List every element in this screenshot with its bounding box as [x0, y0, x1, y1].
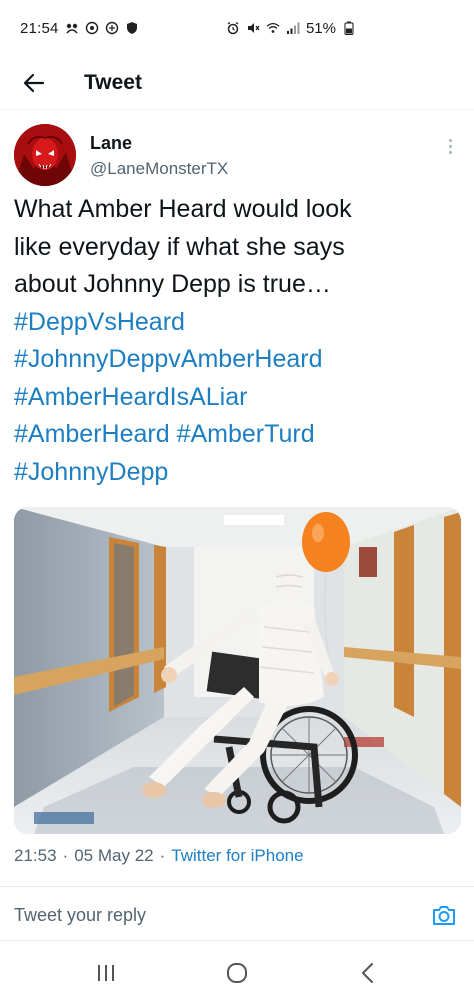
author-handle[interactable]: @LaneMonsterTX — [90, 158, 228, 180]
recent-apps-button[interactable] — [76, 953, 136, 993]
notification-icon — [65, 21, 79, 35]
tweet-author: Lane @LaneMonsterTX — [14, 124, 460, 188]
more-options-button[interactable] — [440, 132, 460, 160]
battery-percent: 51% — [305, 19, 336, 37]
status-time: 21:54 — [20, 19, 59, 37]
wifi-icon — [266, 21, 280, 35]
divider — [0, 886, 474, 887]
author-display-name[interactable]: Lane — [90, 132, 228, 154]
sync-icon — [85, 21, 99, 35]
tweet-text-line: What Amber Heard would look — [14, 195, 352, 223]
hashtag-link[interactable]: #AmberHeard — [14, 420, 170, 448]
status-bar: 21:54 51% — [0, 0, 474, 56]
system-back-button[interactable] — [338, 953, 398, 993]
more-dot-icon — [448, 144, 452, 148]
camera-status-icon — [105, 21, 119, 35]
hashtag-link[interactable]: #AmberHeardIsALiar — [14, 383, 247, 411]
alarm-icon — [226, 21, 240, 35]
system-nav-bar — [0, 946, 474, 1000]
meta-separator: · — [159, 846, 166, 865]
reply-input[interactable] — [14, 904, 424, 926]
hashtag-link[interactable]: #JohnnyDeppvAmberHeard — [14, 345, 323, 373]
signal-icon — [286, 21, 300, 35]
reply-bar — [0, 889, 474, 941]
tweet-date: 05 May 22 — [74, 846, 154, 865]
home-button[interactable] — [207, 953, 267, 993]
hashtag-link[interactable]: #JohnnyDepp — [14, 458, 168, 486]
hashtag-link[interactable]: #DeppVsHeard — [14, 308, 185, 336]
hashtag-link[interactable]: #AmberTurd — [177, 420, 315, 448]
tweet-source-link[interactable]: Twitter for iPhone — [171, 846, 303, 866]
more-dot-icon — [448, 138, 452, 142]
tweet-meta: 21:53 · 05 May 22 · Twitter for iPhone — [14, 846, 464, 866]
back-arrow-icon — [23, 73, 45, 92]
camera-icon — [433, 906, 455, 925]
battery-icon — [342, 21, 356, 35]
status-right: 51% — [226, 20, 356, 37]
mute-icon — [246, 21, 260, 35]
tweet-photo[interactable] — [14, 507, 461, 834]
top-app-bar: Tweet — [0, 56, 474, 110]
page-title: Tweet — [84, 70, 142, 94]
shield-icon — [125, 21, 139, 35]
home-icon — [226, 963, 247, 983]
more-dot-icon — [448, 150, 452, 154]
back-arrow-button[interactable] — [14, 63, 54, 103]
recent-apps-icon — [97, 965, 114, 981]
status-left: 21:54 — [20, 20, 139, 37]
author-names: Lane @LaneMonsterTX — [90, 132, 228, 180]
meta-separator: · — [62, 846, 69, 865]
divider — [0, 940, 474, 941]
back-icon — [362, 963, 374, 983]
tweet-text: What Amber Heard would look like everyda… — [14, 191, 464, 491]
tweet-text-line: about Johnny Depp is true… — [14, 270, 331, 298]
tweet-time: 21:53 — [14, 846, 57, 865]
tweet-text-line: like everyday if what she says — [14, 232, 345, 261]
camera-button[interactable] — [424, 895, 464, 935]
avatar[interactable] — [14, 124, 76, 186]
